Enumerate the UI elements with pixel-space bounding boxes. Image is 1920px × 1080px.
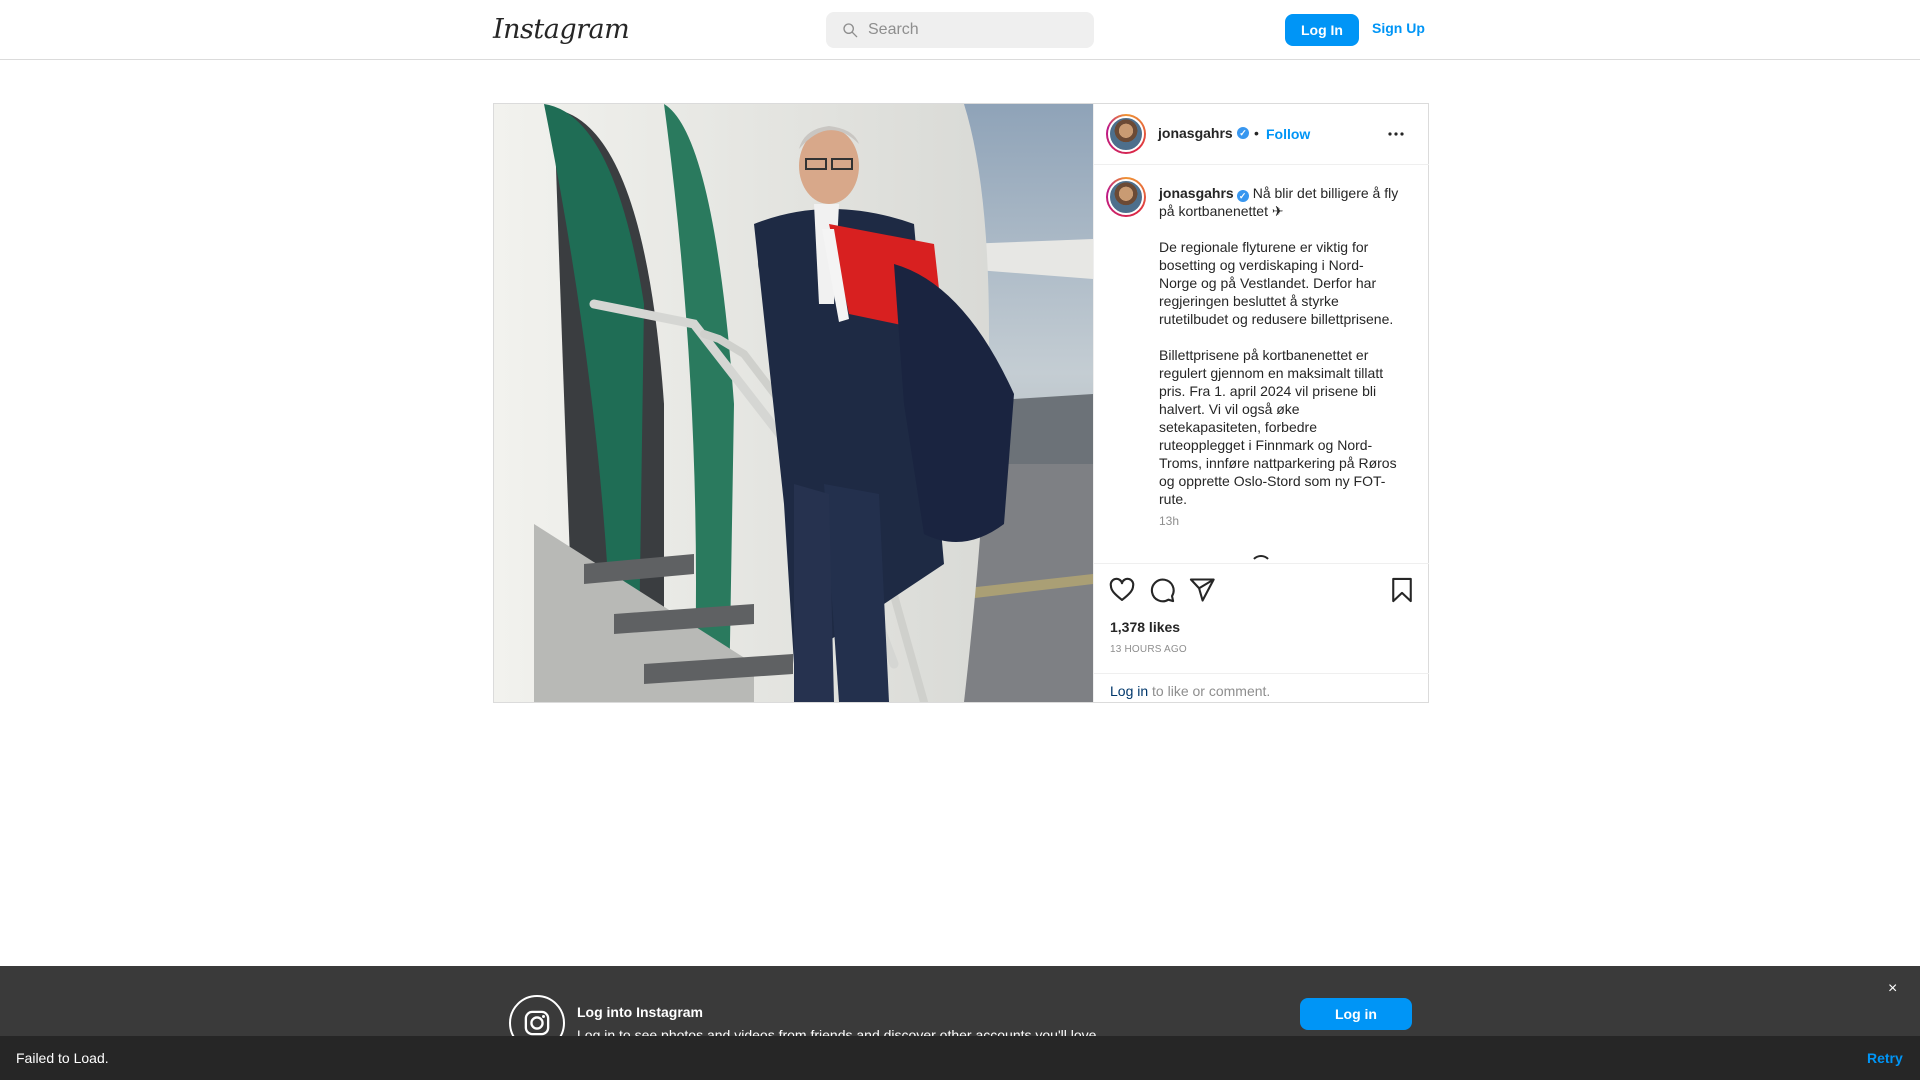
search-icon [843,23,858,38]
like-heart-icon[interactable] [1108,576,1136,604]
retry-button[interactable]: Retry [1867,1050,1903,1066]
signup-link[interactable]: Sign Up [1372,20,1425,36]
post-caption: jonasgahrs ✓ Nå blir det billigere å fly p… [1159,184,1399,508]
caption-username[interactable]: jonasgahrs [1159,185,1234,201]
login-button[interactable]: Log In [1285,14,1359,46]
follow-button[interactable]: Follow [1266,126,1310,142]
comment-icon[interactable] [1148,576,1176,604]
search-input[interactable] [868,12,1078,48]
error-snackbar: Failed to Load. Retry [0,1036,1920,1080]
login-prompt: Log in to like or comment. [1094,673,1429,702]
post-photo[interactable] [494,104,1093,702]
search-box[interactable] [826,12,1094,48]
avatar[interactable] [1106,114,1146,154]
verified-badge-icon: ✓ [1236,190,1249,202]
comments-area[interactable]: jonasgahrs ✓ Nå blir det billigere å fly p… [1094,165,1429,565]
save-bookmark-icon[interactable] [1388,576,1416,604]
login-prompt-text: to like or comment. [1148,683,1271,699]
top-nav-bar: Instagram Log In Sign Up [0,0,1920,60]
login-link[interactable]: Log in [1110,683,1148,699]
post-actions: 1,378 likes 13 HOURS AGO [1094,563,1429,674]
post-username[interactable]: jonasgahrs [1158,125,1233,141]
caption-paragraph: Billettprisene på kortbanenettet er regu… [1159,347,1397,507]
post-timestamp[interactable]: 13 HOURS AGO [1110,644,1187,655]
verified-badge-icon: ✓ [1237,127,1249,139]
post-photo-image [494,104,1093,702]
more-options-icon[interactable] [1384,122,1408,146]
post-header: jonasgahrs ✓ • Follow [1094,104,1429,165]
caption-avatar[interactable] [1106,177,1146,217]
caption-timestamp[interactable]: 13h [1159,514,1179,528]
post-side-panel: jonasgahrs ✓ • Follow jonasgahrs ✓ Nå blir… [1093,104,1429,702]
banner-login-button[interactable]: Log in [1300,998,1412,1030]
separator-dot: • [1254,125,1259,141]
error-message: Failed to Load. [16,1050,109,1066]
share-send-icon[interactable] [1188,576,1216,604]
close-icon[interactable]: × [1888,980,1897,998]
post-card: jonasgahrs ✓ • Follow jonasgahrs ✓ Nå blir… [493,103,1429,703]
caption-paragraph: De regionale flyturene er viktig for bos… [1159,239,1394,327]
likes-count[interactable]: 1,378 likes [1110,619,1180,635]
login-banner: Log into Instagram Log in to see photos … [0,966,1920,1051]
instagram-logo[interactable]: Instagram [493,14,630,45]
banner-title: Log into Instagram [577,1004,703,1020]
